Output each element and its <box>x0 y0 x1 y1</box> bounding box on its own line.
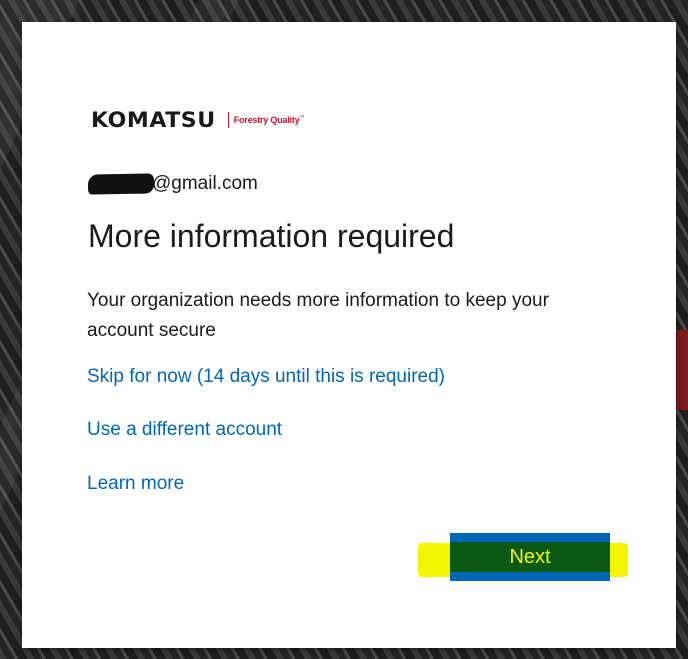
description-text: Your organization needs more information… <box>87 290 549 341</box>
use-different-account-link[interactable]: Use a different account <box>87 419 282 441</box>
logo-divider <box>227 112 229 128</box>
background-accent <box>676 330 688 410</box>
logo-tagline: Forestry Quality™ <box>233 115 305 125</box>
next-button-label: Next <box>450 542 610 572</box>
next-button[interactable]: Next <box>450 533 610 581</box>
account-email-domain: @gmail.com <box>152 173 258 194</box>
account-identifier: @gmail.com <box>87 173 258 195</box>
page-title: More information required <box>88 218 455 254</box>
learn-more-link[interactable]: Learn more <box>87 473 184 495</box>
redacted-username <box>87 173 155 195</box>
company-logo: KOMATSU Forestry Quality™ <box>91 108 305 132</box>
next-button-area: Next <box>418 533 628 585</box>
skip-for-now-link[interactable]: Skip for now (14 days until this is requ… <box>87 366 445 388</box>
signin-dialog: KOMATSU Forestry Quality™ @gmail.com Mor… <box>22 22 676 648</box>
logo-wordmark: KOMATSU <box>91 108 216 132</box>
